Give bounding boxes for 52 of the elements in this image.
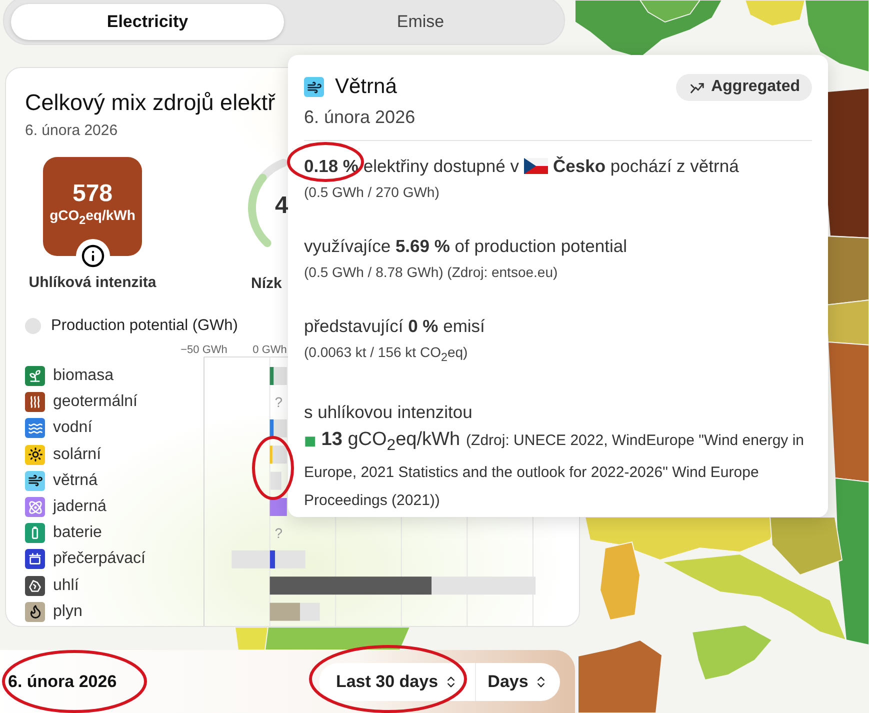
utilization-text: využívajíce 5.69 % of production potential — [304, 235, 627, 258]
badge-label: Aggregated — [711, 78, 800, 96]
intensity-value: 578 — [72, 180, 113, 207]
source-label: baterie — [53, 523, 102, 544]
source-label: přečerpávací — [53, 549, 146, 570]
tooltip-title: Větrná — [335, 74, 397, 100]
production-bar — [270, 446, 272, 464]
intensity-label: Uhlíková intenzita — [28, 273, 156, 293]
range-select[interactable]: Last 30 days — [319, 662, 476, 700]
detail-text: (0.0063 kt / 156 kt CO$_{2}$eq) — [304, 343, 468, 366]
potential-bar — [272, 446, 287, 464]
intensity-heading: s uhlíkovou intenzitou — [304, 400, 472, 424]
source-label: geotermální — [53, 392, 138, 412]
share-text: 0.18 % elektřiny dostupné v — [304, 155, 519, 178]
source-label: uhlí — [53, 576, 79, 596]
source-label: jaderná — [53, 497, 106, 518]
intensity-text: ■ 13 gCO$_{2}$eq/kWh (Zdroj: UNECE 2022, WindEurope "Wind energy in Europe, 2021 Statistics and the outlook for 2022-2026" Wind Europe Proceedings (2021)) — [304, 428, 805, 511]
source-label: solární — [53, 444, 102, 465]
source-label: biomasa — [53, 366, 114, 386]
wind-icon — [304, 77, 324, 97]
legend-label: Production potential (GWh) — [51, 316, 238, 336]
potential-bar — [275, 550, 306, 568]
panel-date: 6. února 2026 — [25, 121, 118, 141]
country-text: Česko pochází z větrná — [553, 155, 739, 178]
missing-value-mark: ? — [274, 394, 283, 410]
production-bar — [270, 550, 276, 568]
production-bar — [270, 602, 300, 621]
production-bar — [270, 419, 274, 438]
potential-bar — [300, 602, 320, 621]
potential-bar — [274, 419, 287, 438]
gauge-value: 4 — [275, 192, 288, 219]
production-bar — [270, 367, 274, 385]
axis-tick-label: −50 GWh — [180, 344, 228, 356]
mode-tab[interactable]: Emise — [284, 4, 557, 40]
emissions-text: představující 0 % emisí — [304, 315, 485, 338]
axis-tick-label: 0 GWh — [252, 344, 287, 356]
legend-swatch-icon — [25, 318, 41, 334]
intensity-unit: gCO$_{2}$eq/kWh — [50, 206, 136, 228]
detail-text: (0.5 GWh / 270 GWh) — [304, 183, 440, 202]
missing-value-mark: ? — [274, 525, 283, 542]
gauge-label: Nízk — [251, 274, 282, 294]
tooltip-date: 6. února 2026 — [304, 106, 416, 129]
source-label: větrná — [53, 470, 98, 491]
potential-bar — [274, 367, 287, 385]
selected-date: 6. února 2026 — [8, 672, 117, 692]
panel-title: Celkový mix zdrojů elektř — [25, 89, 276, 117]
granularity-select[interactable]: Days — [476, 662, 560, 700]
source-label: vodní — [53, 418, 92, 438]
source-label: plyn — [53, 602, 82, 622]
detail-text: (0.5 GWh / 8.78 GWh) (Zdroj: entsoe.eu) — [304, 263, 558, 282]
flag-icon — [524, 158, 548, 174]
mode-tab[interactable]: Electricity — [11, 4, 284, 40]
